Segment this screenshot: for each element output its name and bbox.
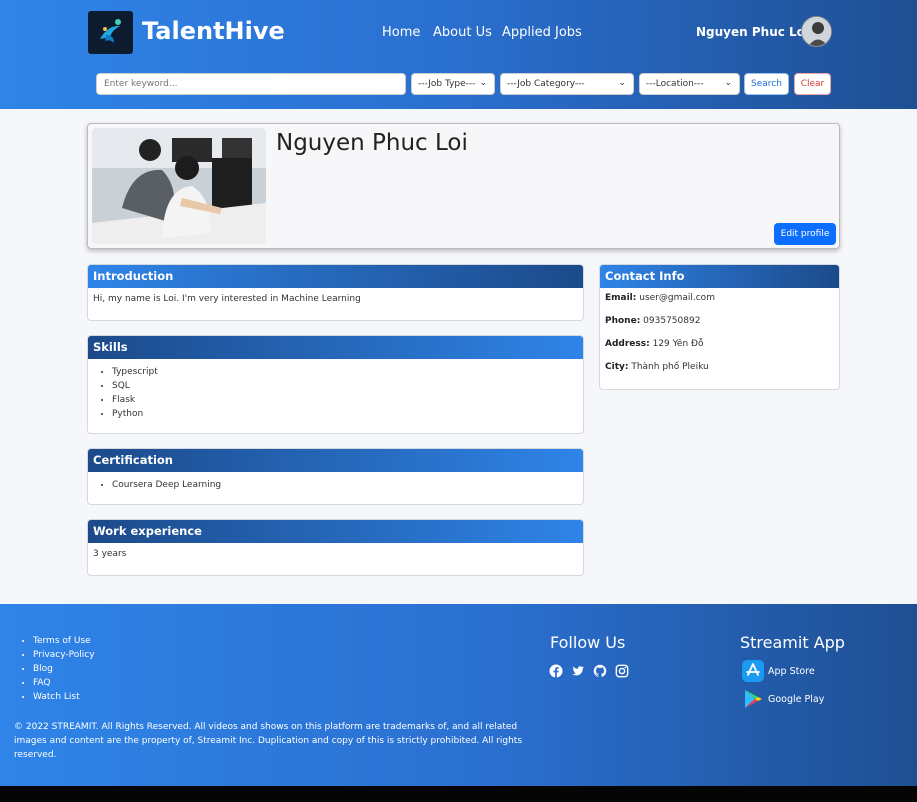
section-title: Contact Info xyxy=(600,265,839,288)
header-user-name[interactable]: Nguyen Phuc Loi xyxy=(696,25,809,39)
profile-name: Nguyen Phuc Loi xyxy=(276,130,468,156)
contact-info-section: Contact Info Email: user@gmail.com Phone… xyxy=(599,264,840,390)
facebook-icon[interactable] xyxy=(549,663,563,678)
nav-home[interactable]: Home xyxy=(382,25,420,40)
contact-city: City: Thành phố Pleiku xyxy=(605,362,709,372)
skill-item: SQL xyxy=(112,379,578,393)
footer-links: Terms of Use Privacy-Policy Blog FAQ Wat… xyxy=(33,634,95,704)
search-input[interactable] xyxy=(96,73,406,95)
introduction-section: Introduction Hi, my name is Loi. I'm ver… xyxy=(87,264,584,321)
section-title: Certification xyxy=(88,449,583,472)
user-avatar[interactable] xyxy=(801,16,832,47)
footer-link-terms[interactable]: Terms of Use xyxy=(33,634,95,648)
contact-address: Address: 129 Yên Đỗ xyxy=(605,339,704,349)
github-icon[interactable] xyxy=(593,663,607,677)
location-select[interactable]: ---Location--- ⌄ xyxy=(639,73,740,95)
profile-cover-image xyxy=(92,128,266,244)
footer-link-watch-list[interactable]: Watch List xyxy=(33,690,95,704)
footer-link-blog[interactable]: Blog xyxy=(33,662,95,676)
instagram-icon[interactable] xyxy=(615,663,629,678)
app-store-icon xyxy=(742,660,764,682)
follow-us-title: Follow Us xyxy=(550,633,626,652)
skill-item: Typescript xyxy=(112,365,578,379)
search-button[interactable]: Search xyxy=(744,73,789,95)
work-experience-text: 3 years xyxy=(93,549,127,559)
bottom-bar xyxy=(0,786,917,802)
app-store-label: App Store xyxy=(768,665,815,677)
profile-card: Nguyen Phuc Loi Edit profile xyxy=(87,123,840,249)
chevron-down-icon: ⌄ xyxy=(479,78,487,88)
edit-profile-button[interactable]: Edit profile xyxy=(774,223,836,245)
footer-link-faq[interactable]: FAQ xyxy=(33,676,95,690)
section-title: Work experience xyxy=(88,520,583,543)
twitter-icon[interactable] xyxy=(571,663,585,677)
chevron-down-icon: ⌄ xyxy=(618,78,626,88)
app-store-link[interactable]: App Store xyxy=(742,660,815,682)
introduction-text: Hi, my name is Loi. I'm very interested … xyxy=(93,294,361,304)
contact-phone: Phone: 0935750892 xyxy=(605,316,701,326)
google-play-link[interactable]: Google Play xyxy=(742,688,824,710)
skill-item: Python xyxy=(112,407,578,421)
skill-item: Flask xyxy=(112,393,578,407)
logo-icon[interactable] xyxy=(88,11,133,54)
section-title: Introduction xyxy=(88,265,583,288)
job-category-select[interactable]: ---Job Category--- ⌄ xyxy=(500,73,634,95)
brand-name[interactable]: TalentHive xyxy=(142,17,285,45)
job-type-select[interactable]: ---Job Type--- ⌄ xyxy=(411,73,495,95)
google-play-icon xyxy=(745,690,762,708)
skills-section: Skills Typescript SQL Flask Python xyxy=(87,335,584,434)
chevron-down-icon: ⌄ xyxy=(724,78,732,88)
certification-item: Coursera Deep Learning xyxy=(112,478,578,492)
footer-link-privacy[interactable]: Privacy-Policy xyxy=(33,648,95,662)
copyright-text: © 2022 STREAMIT. All Rights Reserved. Al… xyxy=(14,722,523,760)
social-links xyxy=(549,663,629,678)
google-play-label: Google Play xyxy=(768,693,825,705)
app-section-title: Streamit App xyxy=(740,633,845,652)
certification-section: Certification Coursera Deep Learning xyxy=(87,448,584,505)
clear-button[interactable]: Clear xyxy=(794,73,831,95)
nav-applied-jobs[interactable]: Applied Jobs xyxy=(502,25,582,40)
nav-about-us[interactable]: About Us xyxy=(433,25,492,40)
contact-email: Email: user@gmail.com xyxy=(605,293,715,303)
work-experience-section: Work experience 3 years xyxy=(87,519,584,576)
section-title: Skills xyxy=(88,336,583,359)
